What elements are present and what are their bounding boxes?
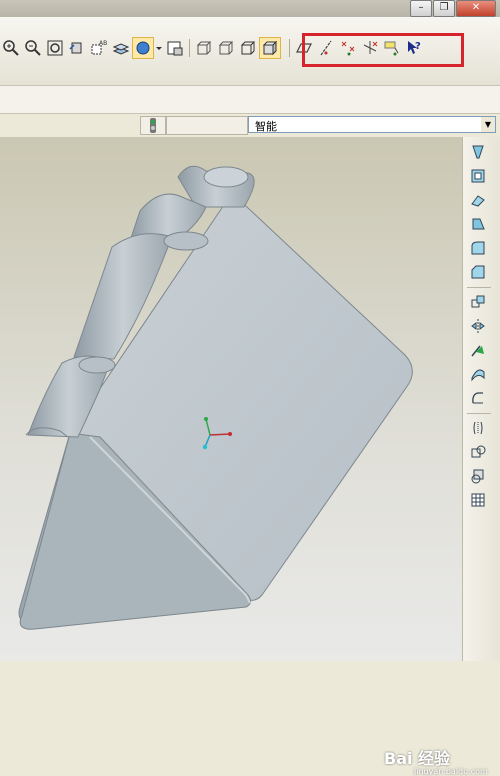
status-indicator-cell[interactable]	[140, 116, 166, 135]
mirror-icon[interactable]	[468, 317, 488, 335]
watermark-logo: Bai 经验	[384, 749, 451, 768]
window-controls: – ❐ ✕	[410, 0, 496, 17]
draft-icon[interactable]	[468, 215, 488, 233]
display-style-icon[interactable]	[132, 37, 154, 59]
highlight-box	[302, 33, 464, 67]
extend-icon[interactable]	[468, 389, 488, 407]
minimize-button[interactable]: –	[410, 0, 432, 17]
graphics-viewport[interactable]: Bai 经验 jingyan.baidu.com	[0, 137, 488, 776]
close-button[interactable]: ✕	[456, 0, 496, 17]
traffic-light-icon	[150, 118, 156, 133]
hinge-model	[18, 165, 413, 630]
merge-icon[interactable]	[468, 443, 488, 461]
refit-icon[interactable]	[44, 37, 66, 59]
zoom-in-icon[interactable]	[0, 37, 22, 59]
solidify-icon[interactable]	[468, 467, 488, 485]
toolbar-separator	[467, 413, 491, 414]
intersect-icon[interactable]	[468, 419, 488, 437]
status-message-cell	[166, 116, 248, 135]
zoom-out-icon[interactable]	[22, 37, 44, 59]
layers-icon[interactable]	[110, 37, 132, 59]
model-setup-icon[interactable]	[164, 37, 186, 59]
shaded-wireframe-icon[interactable]	[193, 37, 215, 59]
thicken-icon[interactable]	[468, 491, 488, 509]
shading-icon[interactable]	[259, 37, 281, 59]
rib-icon[interactable]	[468, 191, 488, 209]
selection-filter-value: 智能	[255, 120, 277, 133]
reorient-icon[interactable]	[66, 37, 88, 59]
hole-icon[interactable]	[468, 143, 488, 161]
watermark-url: jingyan.baidu.com	[414, 767, 488, 776]
trim-icon[interactable]	[468, 341, 488, 359]
saved-view-icon[interactable]: AB	[88, 37, 110, 59]
chevron-down-icon[interactable]: ▼	[481, 117, 495, 132]
toolbar-separator	[289, 39, 290, 57]
selection-filter-select[interactable]: 智能 ▼	[248, 116, 496, 133]
no-hidden-icon[interactable]	[237, 37, 259, 59]
chamfer-icon[interactable]	[468, 263, 488, 281]
secondary-toolbar-area	[0, 86, 500, 113]
dropdown-icon[interactable]	[154, 37, 164, 59]
shell-icon[interactable]	[468, 167, 488, 185]
hidden-line-icon[interactable]	[215, 37, 237, 59]
offset-icon[interactable]	[468, 365, 488, 383]
feature-toolbar	[462, 137, 500, 661]
status-bar: 智能 ▼	[0, 113, 500, 138]
svg-text:AB: AB	[99, 40, 107, 47]
watermark: Bai 经验 jingyan.baidu.com	[384, 745, 488, 776]
toolbar-separator	[189, 39, 190, 57]
round-icon[interactable]	[468, 239, 488, 257]
title-bar: – ❐ ✕	[0, 0, 500, 17]
toolbar-separator	[467, 287, 491, 288]
pattern-icon[interactable]	[468, 293, 488, 311]
restore-button[interactable]: ❐	[433, 0, 455, 17]
